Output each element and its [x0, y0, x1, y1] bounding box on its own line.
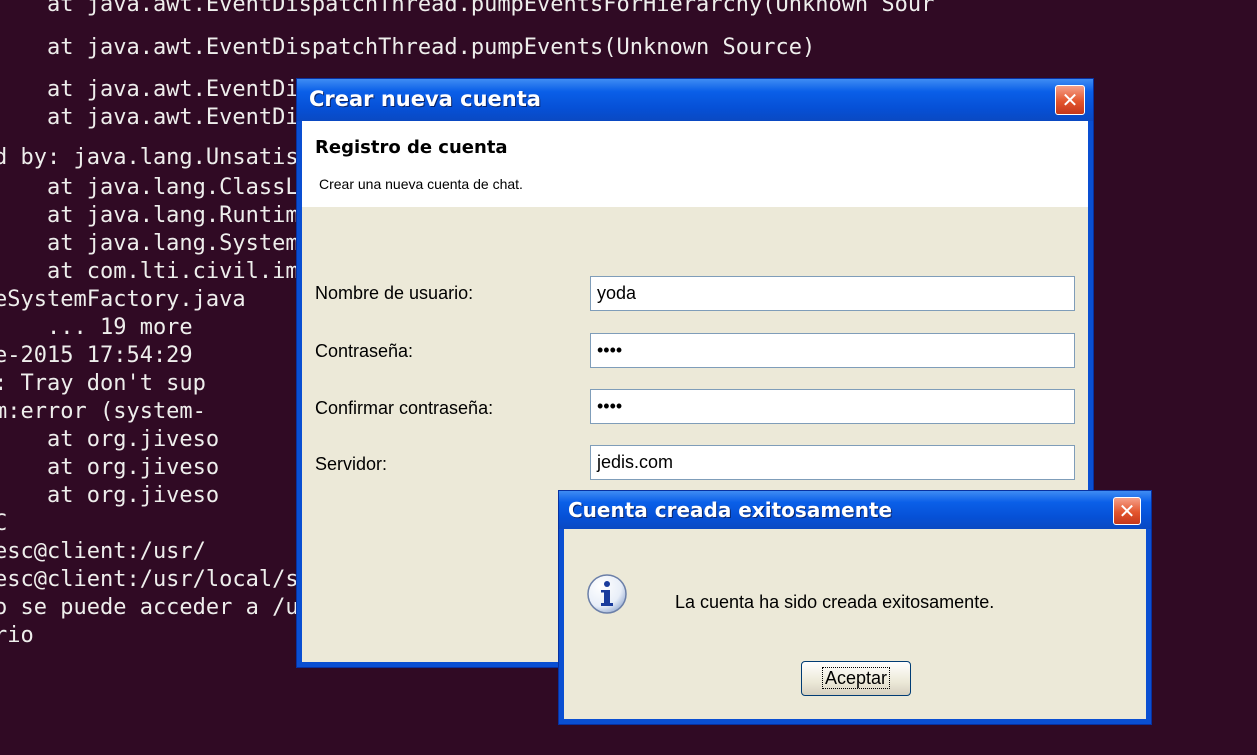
- confirm-password-label: Confirmar contraseña:: [315, 398, 494, 418]
- terminal-line: ... 19 more: [0, 315, 193, 340]
- dialog-body: La cuenta ha sido creada exitosamente. A…: [564, 529, 1146, 719]
- dialog-message: La cuenta ha sido creada exitosamente.: [675, 592, 995, 612]
- window-title: Crear nueva cuenta: [309, 87, 541, 111]
- terminal-line: at java.awt.EventDispatchThread.pumpEven…: [0, 35, 816, 60]
- close-button[interactable]: ✕: [1055, 85, 1085, 115]
- header-subtitle: Crear una nueva cuenta de chat.: [319, 176, 523, 192]
- password-field[interactable]: ••••: [590, 333, 1075, 368]
- terminal-line: : Tray don't sup: [0, 371, 206, 396]
- ok-button[interactable]: Aceptar: [801, 661, 911, 696]
- success-dialog: Cuenta creada exitosamente ✕ La cuenta h…: [558, 490, 1152, 725]
- info-icon: [587, 574, 627, 614]
- header-title: Registro de cuenta: [315, 137, 508, 158]
- dialog-title: Cuenta creada exitosamente: [568, 498, 893, 522]
- username-field[interactable]: yoda: [590, 276, 1075, 311]
- dialog-titlebar[interactable]: Cuenta creada exitosamente ✕: [559, 491, 1151, 529]
- server-label: Servidor:: [315, 454, 388, 474]
- terminal-line: rio: [0, 623, 34, 648]
- terminal-line: eSystemFactory.java: [0, 287, 246, 312]
- terminal-line: m:error (system-: [0, 399, 206, 424]
- username-label: Nombre de usuario:: [315, 283, 474, 303]
- dialog-close-button[interactable]: ✕: [1113, 497, 1141, 525]
- terminal-line: C: [0, 511, 8, 536]
- terminal-line: e-2015 17:54:29: [0, 343, 193, 368]
- terminal-line: esc@client:/usr/: [0, 539, 206, 564]
- close-icon: ✕: [1061, 88, 1079, 112]
- window-titlebar[interactable]: Crear nueva cuenta ✕: [297, 79, 1093, 121]
- ok-button-label: Aceptar: [821, 667, 891, 689]
- password-label: Contraseña:: [315, 341, 414, 361]
- close-icon: ✕: [1118, 499, 1136, 523]
- confirm-password-field[interactable]: ••••: [590, 389, 1075, 424]
- header-panel: Registro de cuenta Crear una nueva cuent…: [302, 121, 1088, 207]
- server-field[interactable]: jedis.com: [590, 445, 1075, 480]
- terminal-line: at java.awt.EventDispatchThread.pumpEven…: [0, 0, 935, 17]
